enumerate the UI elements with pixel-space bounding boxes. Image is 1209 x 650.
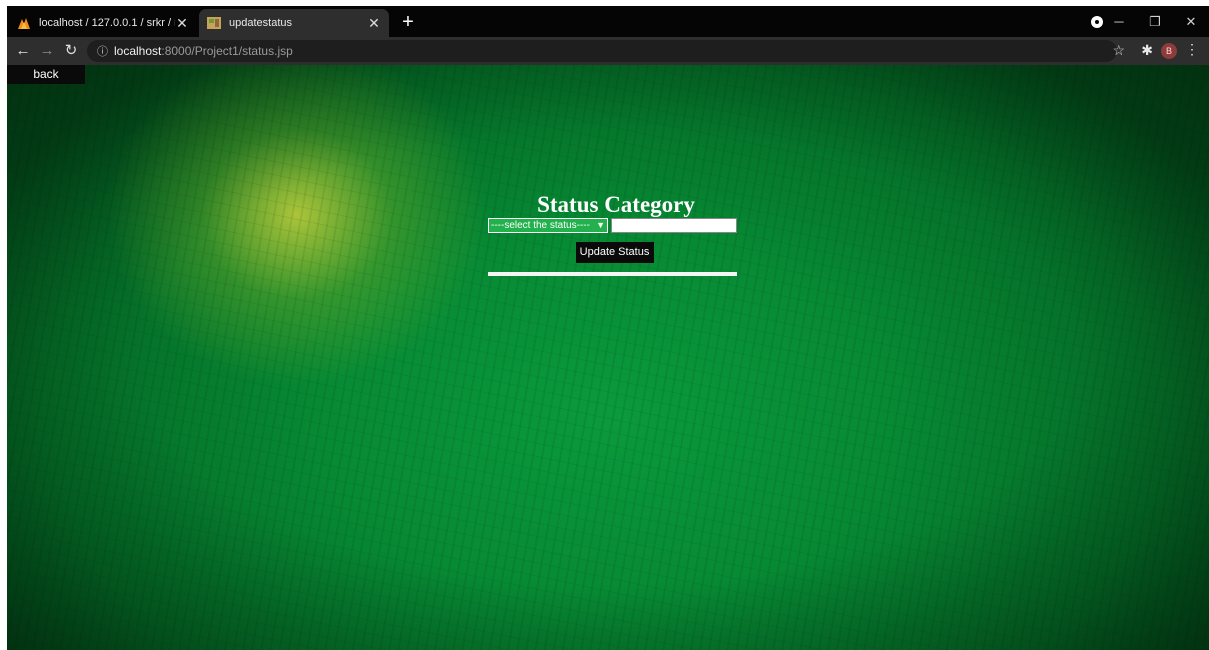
status-select-value: ----select the status---- — [491, 220, 590, 231]
bookmark-star-icon[interactable]: ☆ — [1112, 42, 1125, 59]
page-title: Status Category — [537, 192, 695, 217]
info-icon[interactable]: ⓘ — [97, 43, 108, 59]
close-icon[interactable]: ✕ — [175, 15, 189, 32]
forward-arrow-icon[interactable]: → — [37, 41, 57, 61]
status-select[interactable]: ----select the status---- ▼ — [488, 218, 608, 233]
profile-avatar[interactable]: B — [1161, 43, 1177, 59]
status-row: ----select the status---- ▼ — [488, 218, 738, 233]
minimize-icon[interactable]: ─ — [1101, 14, 1137, 29]
restore-icon[interactable]: ❐ — [1137, 14, 1173, 30]
browser-toolbar: ← → ↻ ⓘ localhost:8000/Project1/status.j… — [7, 37, 1209, 65]
update-status-button[interactable]: Update Status — [575, 242, 654, 263]
kebab-menu-icon[interactable]: ⋮ — [1185, 41, 1199, 58]
divider — [488, 272, 737, 276]
tab-updatestatus[interactable]: updatestatus ✕ — [199, 9, 389, 37]
extensions-puzzle-icon[interactable]: ✱ — [1141, 42, 1153, 59]
status-text-input[interactable] — [611, 218, 737, 233]
status-form: Status Category ----select the status---… — [488, 192, 738, 276]
page-favicon-icon — [207, 17, 221, 29]
tab-title: localhost / 127.0.0.1 / srkr / mem — [39, 17, 175, 29]
close-icon[interactable]: ✕ — [367, 15, 381, 32]
new-tab-button[interactable]: + — [397, 11, 419, 33]
tab-strip: localhost / 127.0.0.1 / srkr / mem ✕ upd… — [7, 6, 1209, 37]
close-window-icon[interactable]: ✕ — [1173, 14, 1209, 30]
tab-title: updatestatus — [229, 17, 292, 29]
back-arrow-icon[interactable]: ← — [13, 41, 33, 61]
tab-phpmyadmin[interactable]: localhost / 127.0.0.1 / srkr / mem ✕ — [9, 9, 197, 37]
window-controls: ─ ❐ ✕ — [1101, 6, 1209, 37]
chevron-down-icon: ▼ — [596, 220, 605, 230]
page-content: back Status Category ----select the stat… — [7, 65, 1209, 650]
reload-icon[interactable]: ↻ — [61, 41, 81, 61]
url-host: localhost — [114, 44, 162, 58]
url-path: :8000/Project1/status.jsp — [161, 44, 293, 58]
phpmyadmin-icon — [18, 18, 30, 29]
browser-window: localhost / 127.0.0.1 / srkr / mem ✕ upd… — [7, 6, 1209, 650]
back-button[interactable]: back — [7, 65, 85, 84]
address-bar[interactable]: ⓘ localhost:8000/Project1/status.jsp — [87, 40, 1117, 62]
